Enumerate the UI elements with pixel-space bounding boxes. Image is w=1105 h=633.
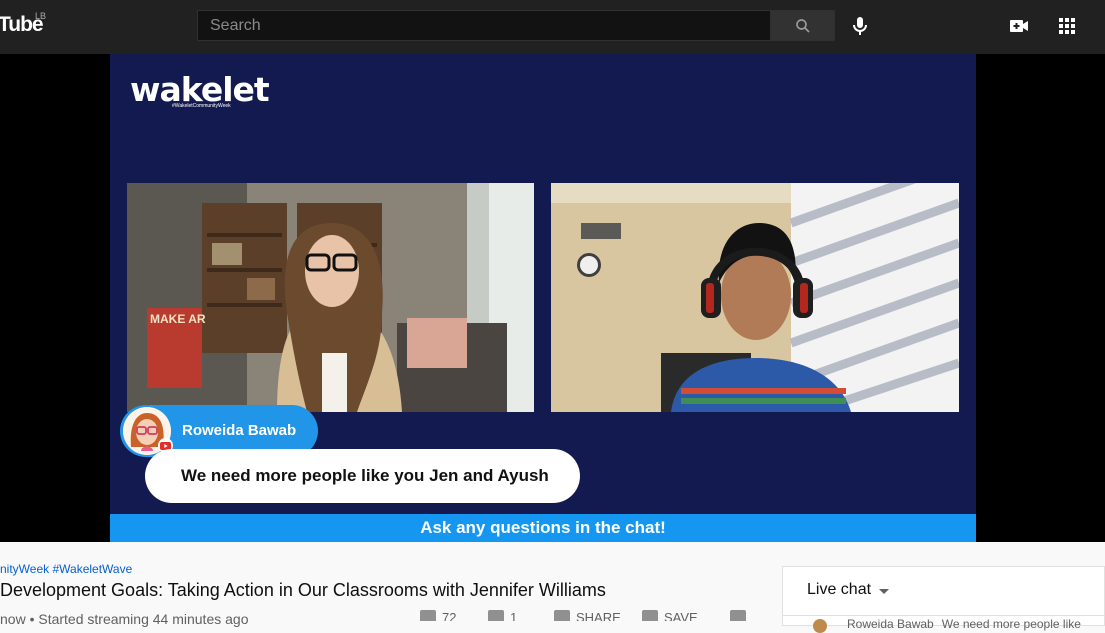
chat-divider: [783, 615, 1104, 616]
video-actions: 72 1 SHARE SAVE: [420, 610, 760, 621]
more-actions-button[interactable]: [730, 610, 752, 621]
dislike-count: 1: [510, 610, 518, 621]
webcam-right: [551, 183, 959, 412]
video-title: Development Goals: Taking Action in Our …: [0, 580, 606, 600]
dislike-button[interactable]: 1: [488, 610, 517, 621]
share-icon: [554, 610, 570, 621]
microphone-icon: [853, 17, 867, 35]
chat-message: Roweida Bawab We need more people like: [847, 617, 1105, 631]
flag-icon: [730, 610, 746, 621]
video-frame: wakelet #WakeletCommunityWeek MAKE AR Ro…: [110, 54, 976, 542]
live-chat-panel: Live chat Roweida Bawab We need more peop…: [782, 566, 1105, 633]
playlist-add-icon: [642, 610, 658, 621]
save-button[interactable]: SAVE: [642, 610, 698, 621]
share-label: SHARE: [576, 610, 621, 621]
video-hashtags[interactable]: nityWeek #WakeletWave: [0, 562, 132, 576]
apps-button[interactable]: [1055, 14, 1079, 38]
webcam-left: MAKE AR: [127, 183, 534, 412]
search-button[interactable]: [771, 10, 835, 41]
search-icon: [796, 18, 810, 33]
wakelet-hashtag: #WakeletCommunityWeek: [172, 103, 231, 109]
like-button[interactable]: 72: [420, 610, 456, 621]
thumbs-up-icon: [420, 610, 436, 621]
like-count: 72: [442, 610, 457, 621]
voice-search-button[interactable]: [848, 14, 872, 38]
search-box: [197, 10, 771, 41]
masthead: Tube LB: [0, 0, 1105, 54]
save-label: SAVE: [664, 610, 698, 621]
questions-banner: Ask any questions in the chat!: [110, 514, 976, 542]
poster-text: MAKE AR: [150, 312, 206, 326]
video-player[interactable]: wakelet #WakeletCommunityWeek MAKE AR Ro…: [0, 54, 1105, 542]
video-camera-plus-icon: [1010, 20, 1028, 32]
webcam-right-scene: [551, 183, 959, 412]
live-chat-header[interactable]: Live chat: [807, 581, 871, 599]
create-button[interactable]: [1007, 14, 1031, 38]
chat-message-author[interactable]: Roweida Bawab: [847, 617, 934, 631]
chat-message-text: We need more people like: [941, 617, 1081, 631]
search-input[interactable]: [198, 11, 770, 40]
chat-message-avatar: [813, 619, 827, 633]
banner-text: Ask any questions in the chat!: [420, 518, 666, 537]
webcam-left-scene: MAKE AR: [127, 183, 534, 412]
chevron-down-icon[interactable]: [879, 589, 889, 594]
comment-author-name: Roweida Bawab: [182, 422, 297, 439]
share-button[interactable]: SHARE: [554, 610, 621, 621]
apps-grid-icon: [1059, 18, 1075, 34]
region-code: LB: [35, 11, 47, 21]
comment-text: We need more people like you Jen and Ayu…: [181, 466, 549, 485]
thumbs-down-icon: [488, 610, 504, 621]
video-meta: now • Started streaming 44 minutes ago: [0, 611, 249, 627]
